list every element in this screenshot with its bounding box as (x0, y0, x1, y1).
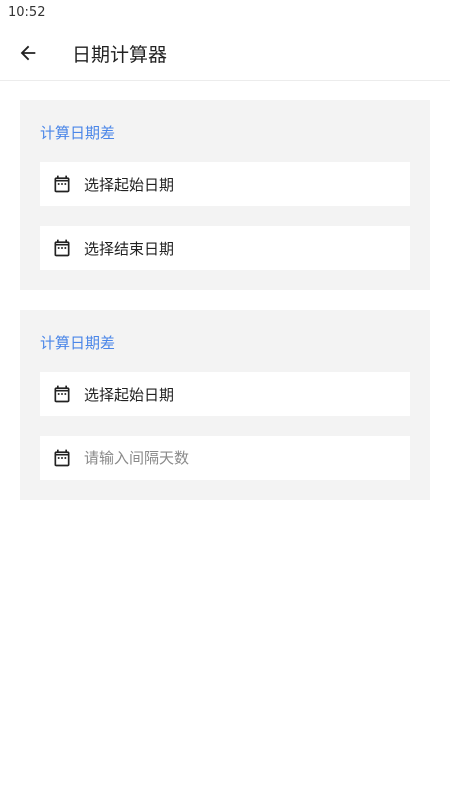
start-date-picker[interactable]: 选择起始日期 (40, 162, 410, 206)
date-diff-card: 计算日期差 选择起始日期 选择结束日期 (20, 100, 430, 290)
interval-days-field[interactable] (40, 436, 410, 480)
page-title: 日期计算器 (72, 43, 168, 66)
card-title: 计算日期差 (40, 334, 116, 352)
calendar-icon (54, 239, 70, 257)
start-date-label: 选择起始日期 (84, 175, 175, 194)
app-bar: 日期计算器 (0, 26, 450, 81)
interval-days-input[interactable] (84, 449, 384, 467)
start-date-picker[interactable]: 选择起始日期 (40, 372, 410, 416)
back-button[interactable] (0, 26, 56, 81)
calendar-icon (54, 449, 70, 467)
calendar-icon (54, 175, 70, 193)
status-time: 10:52 (8, 5, 46, 20)
start-date-label: 选择起始日期 (84, 385, 175, 404)
date-offset-card: 计算日期差 选择起始日期 (20, 310, 430, 500)
status-bar: 10:52 (0, 0, 450, 26)
calendar-icon (54, 385, 70, 403)
end-date-picker[interactable]: 选择结束日期 (40, 226, 410, 270)
card-title: 计算日期差 (40, 124, 116, 142)
arrow-left-icon (20, 45, 36, 61)
end-date-label: 选择结束日期 (84, 239, 175, 258)
